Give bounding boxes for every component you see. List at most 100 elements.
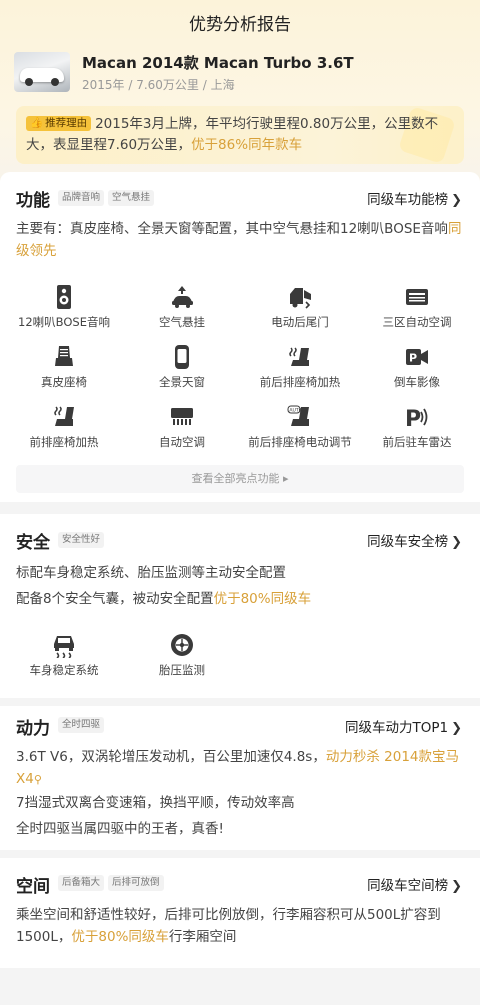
chevron-right-icon: ❯ (451, 193, 462, 208)
feature-item[interactable]: 自动空调 (127, 404, 237, 450)
recommend-box: 👍 推荐理由 2015年3月上牌，年平均行驶里程0.80万公里，公里数不大，表显里程… (16, 106, 464, 164)
function-tag: 品牌音响 (58, 190, 105, 206)
safety-tag: 安全性好 (58, 532, 105, 548)
feature-label: 胎压监测 (159, 663, 205, 677)
power-rank-link[interactable]: 同级车动力TOP1 ❯ (345, 716, 462, 736)
function-desc: 主要有：真皮座椅、全景天窗等配置，其中空气悬挂和12喇叭BOSE音响同级领先 (16, 218, 466, 262)
feature-label: 前后驻车雷达 (382, 435, 452, 449)
function-rank-label: 同级车功能榜 (367, 192, 449, 208)
feature-label: 前后排座椅加热 (259, 375, 341, 389)
svg-text:AUTO: AUTO (289, 408, 302, 414)
svg-text:P: P (409, 352, 417, 365)
function-rank-link[interactable]: 同级车功能榜 ❯ (367, 188, 462, 208)
space-rank-label: 同级车空间榜 (367, 878, 449, 894)
feature-label: 前排座椅加热 (29, 435, 99, 449)
air-suspension-icon (172, 286, 193, 308)
safety-highlight: 优于80%同级车 (213, 591, 312, 607)
page-title: 优势分析报告 (189, 15, 291, 35)
power-tailgate-icon (290, 288, 311, 309)
feature-item[interactable]: 全景天窗 (127, 344, 237, 390)
safety-card: 安全 安全性好 同级车安全榜 ❯ 标配车身稳定系统、胎压监测等主动安全配置 配备8… (0, 514, 480, 698)
feature-label: 电动后尾门 (271, 315, 329, 329)
feature-item[interactable]: 12喇叭BOSE音响 (9, 284, 119, 330)
function-desc-text: 主要有：真皮座椅、全景天窗等配置，其中空气悬挂和12喇叭BOSE音响 (16, 221, 448, 237)
power-card: 动力 全时四驱 同级车动力TOP1 ❯ 3.6T V6，双涡轮增压发动机，百公里加… (0, 706, 480, 850)
recommend-highlight: 优于86%同年款车 (191, 137, 303, 153)
space-rank-link[interactable]: 同级车空间榜 ❯ (367, 874, 462, 894)
safety-title: 安全 (16, 533, 50, 553)
power-line-2: 7挡湿式双离合变速箱，换挡平顺，传动效率高 (16, 795, 295, 811)
tire-pressure-icon (171, 634, 193, 656)
stability-control-icon (54, 636, 74, 658)
wheel (25, 78, 33, 86)
power-line-1: 3.6T V6，双涡轮增压发动机，百公里加速仅4.8s，动力秒杀 2014款宝马… (16, 746, 466, 791)
function-title: 功能 (16, 191, 50, 211)
speaker-icon (57, 285, 71, 309)
power-seat-icon: AUTO (287, 405, 309, 426)
panoramic-sunroof-icon (175, 345, 189, 369)
feature-label: 三区自动空调 (382, 315, 452, 329)
feature-label: 倒车影像 (394, 375, 440, 389)
function-card: 功能 品牌音响 空气悬挂 同级车功能榜 ❯ 主要有：真皮座椅、全景天窗等配置，其中… (0, 172, 480, 502)
car-meta: 2015年 / 7.60万公里 / 上海 (82, 78, 235, 92)
space-desc-tail: 行李厢空间 (168, 929, 237, 945)
power-line-3: 全时四驱当属四驱中的王者，真香! (16, 821, 224, 837)
rear-camera-icon: P (406, 349, 428, 365)
seat-heating-icon (289, 347, 309, 366)
safety-line-2: 配备8个安全气囊，被动安全配置优于80%同级车 (16, 588, 466, 610)
feature-label: 自动空调 (159, 435, 205, 449)
leather-seat-icon (55, 346, 73, 366)
feature-item[interactable]: P 倒车影像 (362, 344, 472, 390)
feature-item[interactable]: 前后排座椅加热 (245, 344, 355, 390)
feature-label: 12喇叭BOSE音响 (18, 315, 110, 329)
feature-item[interactable]: AUTO 前后排座椅电动调节 (245, 404, 355, 450)
chevron-right-icon: ❯ (451, 879, 462, 894)
search-icon[interactable]: ⚲ (34, 773, 42, 786)
climate-control-icon (406, 289, 428, 305)
view-all-label: 查看全部亮点功能 (191, 472, 280, 485)
feature-item[interactable]: P 前后驻车雷达 (362, 404, 472, 450)
feature-item[interactable]: 电动后尾门 (245, 284, 355, 330)
feature-label: 空气悬挂 (159, 315, 205, 329)
view-all-features-button[interactable]: 查看全部亮点功能 ▸ (16, 465, 464, 493)
power-title: 动力 (16, 719, 50, 739)
feature-label: 前后排座椅电动调节 (248, 435, 352, 449)
feature-item[interactable]: 真皮座椅 (9, 344, 119, 390)
recommend-text: 👍 推荐理由 2015年3月上牌，年平均行驶里程0.80万公里，公里数不大，表显里程… (26, 114, 454, 156)
space-highlight: 优于80%同级车 (71, 929, 169, 945)
feature-label: 真皮座椅 (41, 375, 87, 389)
space-card: 空间 后备箱大 后排可放倒 同级车空间榜 ❯ 乘坐空间和舒适性较好，后排可比例放倒… (0, 858, 480, 968)
feature-item[interactable]: 三区自动空调 (362, 284, 472, 330)
feature-item[interactable]: 空气悬挂 (127, 284, 237, 330)
front-seat-heating-icon (54, 406, 74, 426)
wheel (51, 78, 59, 86)
power-rank-label: 同级车动力TOP1 (344, 720, 449, 736)
feature-label: 车身稳定系统 (29, 663, 99, 677)
space-tag: 后排可放倒 (108, 875, 164, 891)
svg-text:P: P (405, 407, 421, 430)
power-tag: 全时四驱 (58, 717, 105, 733)
power-line-1-text: 3.6T V6，双涡轮增压发动机，百公里加速仅4.8s， (16, 749, 326, 765)
safety-line-2-text: 配备8个安全气囊，被动安全配置 (16, 591, 214, 607)
feature-item[interactable]: 前排座椅加热 (9, 404, 119, 450)
parking-radar-icon: P (405, 407, 428, 430)
space-title: 空间 (16, 877, 50, 897)
feature-label: 全景天窗 (159, 375, 205, 389)
safety-rank-label: 同级车安全榜 (367, 534, 449, 550)
chevron-right-icon: ❯ (451, 721, 462, 736)
space-desc: 乘坐空间和舒适性较好，后排可比例放倒，行李厢容积可从500L扩容到1500L，优… (16, 904, 466, 948)
recommend-badge-label: 推荐理由 (45, 117, 88, 129)
car-thumbnail[interactable] (14, 52, 70, 92)
feature-item[interactable]: 胎压监测 (127, 632, 237, 678)
caret-right-icon: ▸ (279, 472, 289, 485)
function-tag: 空气悬挂 (108, 190, 155, 206)
safety-rank-link[interactable]: 同级车安全榜 ❯ (367, 530, 462, 550)
thumbs-up-icon: 👍 (30, 117, 44, 129)
space-tag: 后备箱大 (58, 875, 105, 891)
recommend-badge: 👍 推荐理由 (26, 116, 92, 131)
car-name: Macan 2014款 Macan Turbo 3.6T (82, 54, 354, 72)
feature-item[interactable]: 车身稳定系统 (9, 632, 119, 678)
chevron-right-icon: ❯ (451, 535, 462, 550)
safety-line-1: 标配车身稳定系统、胎压监测等主动安全配置 (16, 565, 286, 581)
auto-ac-icon (171, 408, 193, 425)
